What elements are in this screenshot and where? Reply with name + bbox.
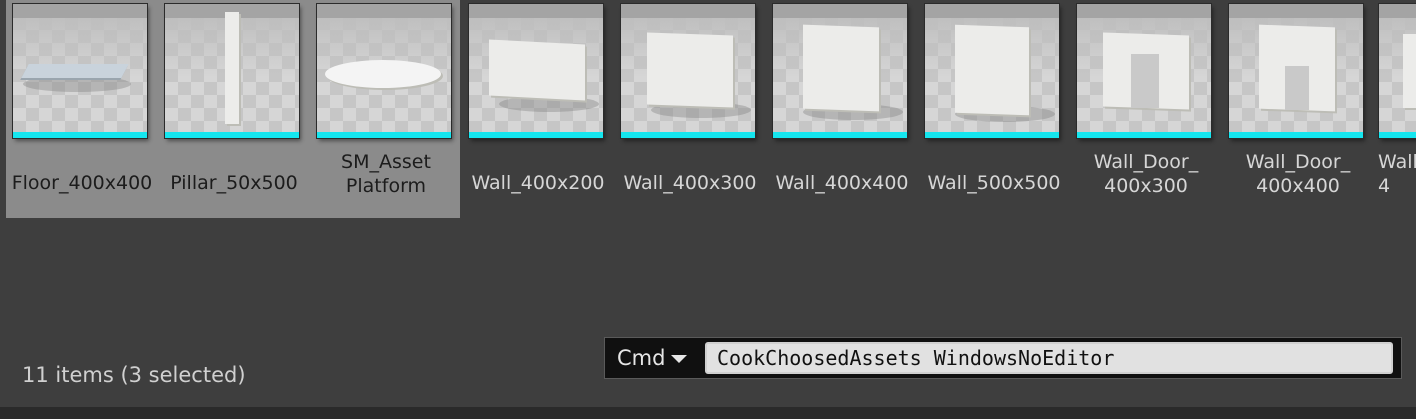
asset-tile-floor[interactable]: Floor_400x400 [6,0,152,218]
asset-tile-wall-400x400[interactable]: Wall_400x400 [766,0,910,218]
asset-thumbnail [13,4,147,138]
asset-thumbnail [165,4,299,138]
console-command-input[interactable] [705,342,1393,374]
item-count-status: 11 items (3 selected) [22,363,246,387]
asset-thumbnail [621,4,755,138]
asset-thumbnail [1379,4,1416,138]
asset-tile-wall-door-400x400[interactable]: Wall_Door_ 400x400 [1222,0,1366,218]
asset-thumbnail [1229,4,1363,138]
asset-label: Wall_Door_ 400x400 [1245,151,1351,197]
console-command-bar: Cmd [604,337,1402,379]
asset-label: Wall_400x400 [775,172,909,194]
asset-label: SM_Asset Platform [341,151,431,197]
asset-thumbnail [925,4,1059,138]
asset-tile-wall-400x200[interactable]: Wall_400x200 [462,0,606,218]
chevron-down-icon [671,355,688,363]
asset-tile-pillar[interactable]: Pillar_50x500 [158,0,302,218]
asset-tile-platform[interactable]: SM_Asset Platform [310,0,454,218]
asset-tile-partial[interactable]: Wall_ 4 [1372,0,1416,218]
cmd-label: Cmd [617,346,666,370]
asset-thumbnail [1077,4,1211,138]
asset-label: Wall_ 4 [1378,151,1416,197]
asset-tile-wall-500x500[interactable]: Wall_500x500 [918,0,1062,218]
asset-thumbnail [469,4,603,138]
asset-tile-wall-400x300[interactable]: Wall_400x300 [614,0,758,218]
asset-label: Wall_Door_ 400x300 [1093,151,1199,197]
asset-thumbnail [317,4,451,138]
asset-label: Wall_400x300 [623,172,757,194]
asset-label: Wall_400x200 [471,172,605,194]
asset-label: Pillar_50x500 [170,172,298,194]
asset-thumbnail [773,4,907,138]
asset-label: Wall_500x500 [927,172,1061,194]
asset-tile-wall-door-400x300[interactable]: Wall_Door_ 400x300 [1070,0,1214,218]
asset-label: Floor_400x400 [11,172,153,194]
asset-grid: Floor_400x400 Pillar_50x500 SM_Asset Pla… [0,0,1416,230]
cmd-dropdown-button[interactable]: Cmd [617,345,688,371]
bottom-divider [0,407,1416,419]
